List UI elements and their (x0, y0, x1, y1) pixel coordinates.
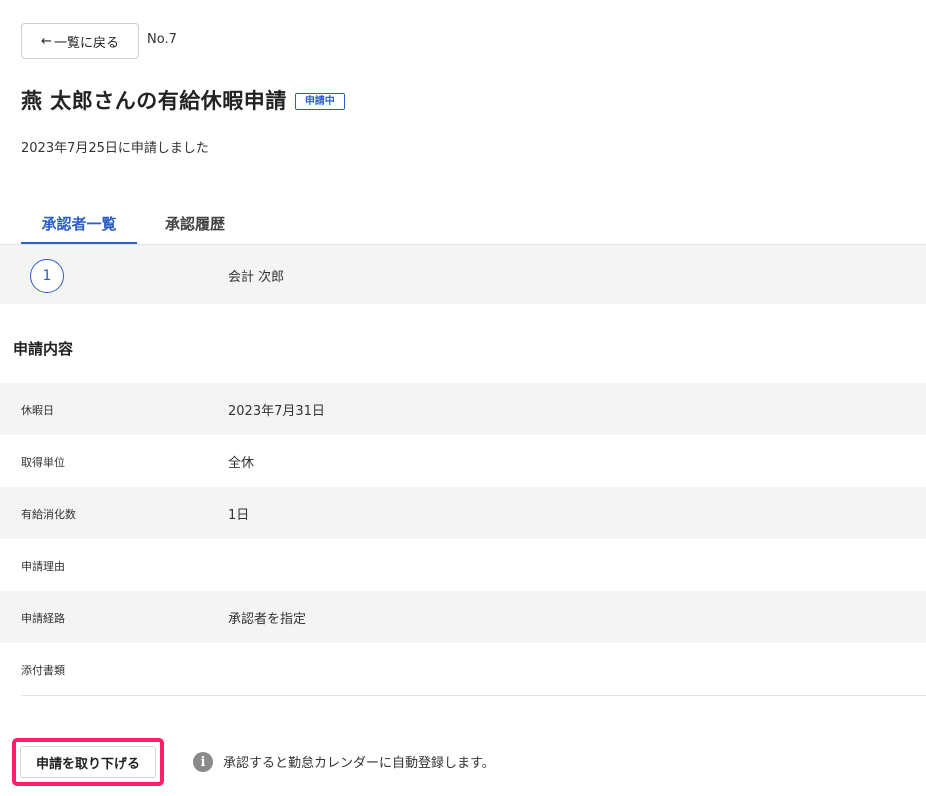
detail-row-reason: 申請理由 (0, 539, 926, 591)
detail-row-unit: 取得単位 全休 (0, 435, 926, 487)
status-badge: 申請中 (294, 93, 345, 110)
detail-value: 全休 (228, 456, 255, 471)
detail-label: 取得単位 (21, 456, 65, 469)
detail-row-days-used: 有給消化数 1日 (0, 487, 926, 539)
detail-value: 2023年7月31日 (228, 404, 325, 419)
page-title: 燕 太郎さんの有給休暇申請 (21, 89, 287, 113)
info-icon: i (193, 752, 213, 772)
arrow-left-icon: ← (41, 33, 52, 49)
details-divider (21, 695, 926, 696)
record-number: No.7 (147, 32, 177, 47)
detail-value: 承認者を指定 (228, 612, 307, 627)
applied-date: 2023年7月25日に申請しました (21, 141, 209, 156)
detail-label: 添付書類 (21, 664, 65, 677)
details-table: 休暇日 2023年7月31日 取得単位 全休 有給消化数 1日 申請理由 申請経… (0, 383, 926, 695)
detail-label: 申請経路 (21, 612, 65, 625)
approver-name: 会計 次郎 (228, 270, 285, 285)
detail-value: 1日 (228, 508, 250, 523)
tab-approval-history[interactable]: 承認履歴 (137, 213, 253, 244)
back-button-label: 一覧に戻る (53, 35, 119, 51)
approver-row: 1 会計 次郎 (0, 245, 926, 304)
approver-step-number: 1 (30, 259, 64, 293)
detail-label: 有給消化数 (21, 508, 76, 521)
application-detail-page: ← 一覧に戻る No.7 燕 太郎さんの有給休暇申請 申請中 2023年7月25… (0, 0, 926, 796)
tab-bar: 承認者一覧 承認履歴 (21, 213, 253, 244)
withdraw-application-button[interactable]: 申請を取り下げる (12, 738, 164, 786)
section-title-details: 申請内容 (13, 340, 74, 358)
detail-label: 申請理由 (21, 560, 65, 573)
detail-row-route: 申請経路 承認者を指定 (0, 591, 926, 643)
tab-approver-list[interactable]: 承認者一覧 (21, 213, 137, 244)
detail-row-attachments: 添付書類 (0, 643, 926, 695)
withdraw-button-label: 申請を取り下げる (20, 746, 156, 778)
detail-row-leave-date: 休暇日 2023年7月31日 (0, 383, 926, 435)
title-row: 燕 太郎さんの有給休暇申請 申請中 (21, 85, 345, 115)
back-to-list-button[interactable]: ← 一覧に戻る (21, 23, 139, 59)
detail-label: 休暇日 (21, 404, 54, 417)
info-message: 承認すると勤怠カレンダーに自動登録します。 (223, 756, 495, 771)
